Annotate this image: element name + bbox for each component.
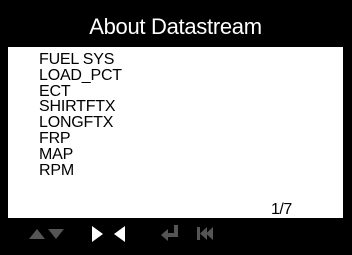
list-item[interactable]: ECT bbox=[39, 83, 122, 100]
lcd-screen: About Datastream FUEL SYS LOAD_PCT ECT S… bbox=[8, 7, 343, 247]
list-item[interactable]: LONGFTX bbox=[39, 115, 122, 131]
list-item[interactable]: FUEL SYS bbox=[39, 52, 122, 68]
enter-icon[interactable] bbox=[158, 218, 182, 247]
list-item[interactable]: SHIRTFTX bbox=[39, 99, 122, 115]
list-item[interactable]: RPM bbox=[39, 162, 122, 179]
left-arrow-icon[interactable] bbox=[111, 218, 129, 247]
right-arrow-icon[interactable] bbox=[88, 218, 106, 247]
list-item[interactable]: MAP bbox=[39, 146, 122, 163]
list-item[interactable]: LOAD_PCT bbox=[39, 67, 122, 84]
list-item[interactable]: FRP bbox=[39, 131, 122, 147]
skip-back-icon[interactable] bbox=[195, 218, 215, 247]
page-indicator: 1/7 bbox=[271, 201, 292, 218]
device-frame: About Datastream FUEL SYS LOAD_PCT ECT S… bbox=[0, 0, 352, 255]
datastream-list: FUEL SYS LOAD_PCT ECT SHIRTFTX LONGFTX F… bbox=[39, 52, 122, 178]
title-bar: About Datastream bbox=[8, 7, 343, 47]
button-hint-bar bbox=[8, 218, 343, 247]
down-arrow-icon[interactable] bbox=[47, 218, 65, 247]
up-arrow-icon[interactable] bbox=[28, 218, 46, 247]
screen-title: About Datastream bbox=[89, 14, 262, 39]
